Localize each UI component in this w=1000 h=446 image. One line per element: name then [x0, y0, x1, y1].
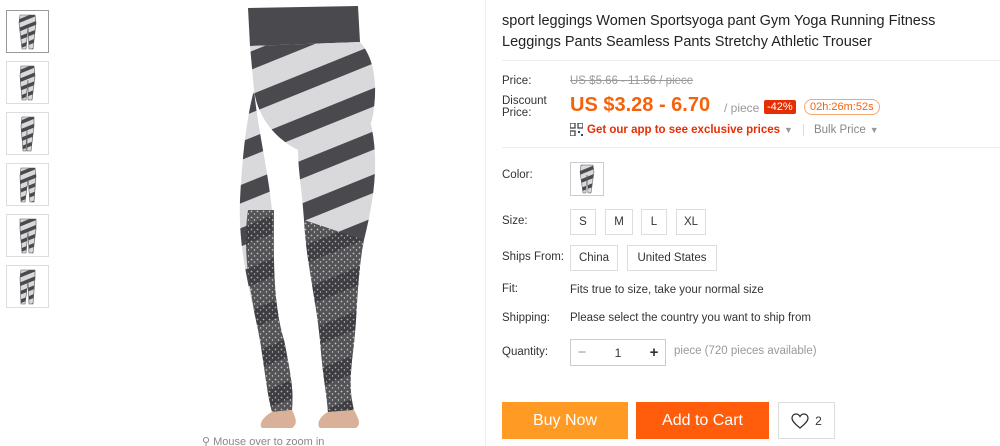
color-swatch[interactable] — [570, 162, 604, 196]
chevron-down-icon[interactable]: ▼ — [870, 125, 879, 135]
buy-now-button[interactable]: Buy Now — [502, 402, 628, 439]
ships-from-label: Ships From: — [502, 251, 564, 263]
size-option-xl[interactable]: XL — [676, 209, 706, 235]
leggings-thumb-icon — [19, 167, 36, 202]
quantity-availability: piece (720 pieces available) — [674, 345, 817, 357]
original-price: US $5.66 - 11.56 / piece — [570, 75, 694, 87]
per-piece: / piece — [724, 101, 760, 115]
discount-label-line1: Discount — [502, 95, 547, 107]
app-promo-row: Get our app to see exclusive prices ▼ Bu… — [570, 123, 879, 136]
decrease-quantity-button[interactable]: − — [571, 344, 593, 361]
fit-label: Fit: — [502, 283, 518, 295]
product-title: sport leggings Women Sportsyoga pant Gym… — [502, 13, 936, 50]
bulk-price-link[interactable]: Bulk Price — [814, 124, 866, 136]
size-option-l[interactable]: L — [641, 209, 667, 235]
leggings-thumb-icon — [19, 269, 35, 304]
quantity-stepper: − 1 + — [570, 339, 666, 366]
leggings-thumb-icon — [19, 218, 36, 253]
zoom-hint: ⚲ Mouse over to zoom in — [202, 435, 324, 446]
leggings-image — [239, 6, 376, 428]
price-box: Price: US $5.66 - 11.56 / piece Discount… — [502, 60, 1000, 148]
add-to-cart-button[interactable]: Add to Cart — [636, 402, 769, 439]
size-option-m[interactable]: M — [605, 209, 633, 235]
size-option-s[interactable]: S — [570, 209, 596, 235]
discount-price-label: Discount Price: — [502, 95, 547, 119]
thumbnail-3[interactable] — [6, 112, 49, 155]
discount-badge: -42% — [764, 100, 796, 114]
app-promo-link[interactable]: Get our app to see exclusive prices — [587, 124, 780, 136]
leggings-thumb-icon — [18, 14, 36, 49]
qr-code-icon — [570, 123, 583, 136]
thumbnail-2[interactable] — [6, 61, 49, 104]
thumbnail-1[interactable] — [6, 10, 49, 53]
color-label: Color: — [502, 169, 533, 181]
zoom-hint-text: Mouse over to zoom in — [213, 436, 325, 446]
price-label: Price: — [502, 75, 532, 87]
leggings-thumb-icon — [20, 116, 34, 151]
leggings-thumb-icon — [19, 65, 35, 100]
main-product-image[interactable] — [58, 0, 484, 432]
chevron-down-icon[interactable]: ▼ — [784, 125, 793, 135]
quantity-input[interactable]: 1 — [593, 346, 643, 360]
size-label: Size: — [502, 215, 528, 227]
thumbnail-5[interactable] — [6, 214, 49, 257]
shipping-text: Please select the country you want to sh… — [570, 312, 811, 324]
shipping-label: Shipping: — [502, 312, 550, 324]
divider — [485, 0, 486, 446]
divider — [802, 123, 804, 136]
discount-price: US $3.28 - 6.70 — [570, 94, 711, 116]
wishlist-count: 2 — [815, 413, 822, 428]
increase-quantity-button[interactable]: + — [643, 344, 665, 361]
heart-icon — [791, 412, 809, 429]
countdown-timer: 02h:26m:52s — [804, 99, 880, 115]
magnifier-icon: ⚲ — [202, 436, 211, 446]
discount-label-line2: Price: — [502, 107, 532, 119]
thumbnail-strip — [6, 10, 50, 316]
thumbnail-4[interactable] — [6, 163, 49, 206]
fit-text: Fits true to size, take your normal size — [570, 284, 764, 296]
quantity-label: Quantity: — [502, 346, 549, 358]
ships-from-united-states[interactable]: United States — [627, 245, 717, 271]
leggings-swatch-icon — [579, 164, 595, 194]
wishlist-button[interactable]: 2 — [778, 402, 835, 439]
thumbnail-6[interactable] — [6, 265, 49, 308]
ships-from-china[interactable]: China — [570, 245, 618, 271]
